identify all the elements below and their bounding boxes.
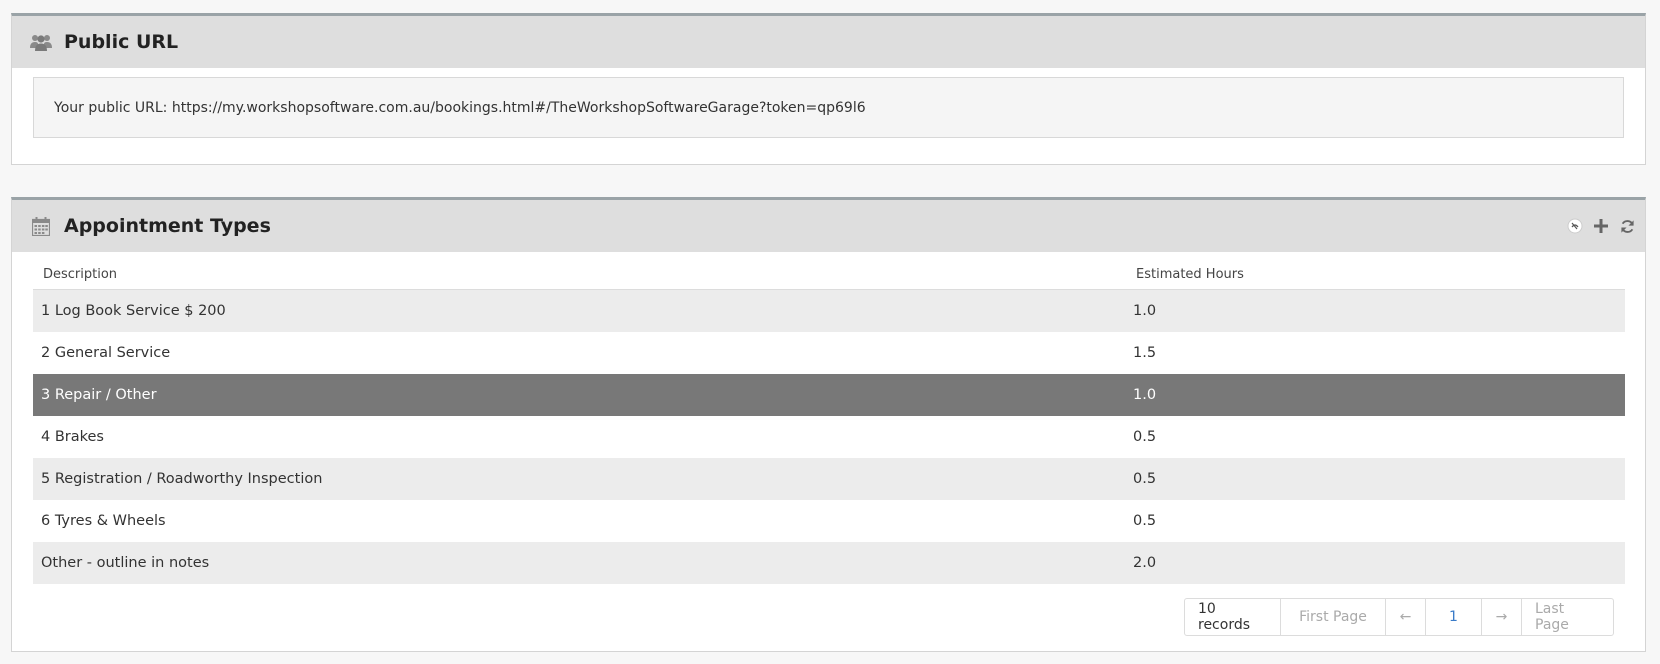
cell-description: 4 Brakes	[41, 429, 104, 445]
record-count: 10 records	[1198, 601, 1251, 633]
table-header: Description Estimated Hours	[33, 252, 1625, 290]
public-url-text[interactable]: Your public URL: https://my.workshopsoft…	[54, 100, 866, 116]
table-row[interactable]: 2 General Service 1.5	[33, 332, 1625, 374]
table-row[interactable]: 5 Registration / Roadworthy Inspection 0.…	[33, 458, 1625, 500]
cell-estimated-hours: 1.0	[1133, 303, 1157, 319]
cell-description: 3 Repair / Other	[41, 387, 157, 403]
public-url-header: Public URL	[12, 16, 1645, 68]
column-header-description[interactable]: Description	[33, 267, 1133, 282]
cell-estimated-hours: 0.5	[1133, 471, 1157, 487]
panel-title: Appointment Types	[64, 215, 271, 237]
users-icon	[30, 31, 52, 53]
cell-description: 1 Log Book Service $ 200	[41, 303, 226, 319]
prev-page-button[interactable]: ←	[1385, 599, 1425, 635]
cell-estimated-hours: 0.5	[1133, 513, 1157, 529]
public-url-panel: Public URL Your public URL: https://my.w…	[11, 13, 1646, 165]
cell-estimated-hours: 0.5	[1133, 429, 1157, 445]
cell-estimated-hours: 2.0	[1133, 555, 1157, 571]
cell-description: Other - outline in notes	[41, 555, 210, 571]
table-body: 1 Log Book Service $ 200 1.0 2 General Ser…	[33, 290, 1625, 584]
eye-off-icon[interactable]	[1567, 218, 1583, 234]
last-page-button[interactable]: Last Page	[1521, 599, 1613, 635]
table-row[interactable]: Other - outline in notes 2.0	[33, 542, 1625, 584]
public-url-box: Your public URL: https://my.workshopsoft…	[33, 77, 1624, 138]
cell-estimated-hours: 1.5	[1133, 345, 1157, 361]
table-row[interactable]: 6 Tyres & Wheels 0.5	[33, 500, 1625, 542]
refresh-icon[interactable]	[1619, 218, 1635, 234]
plus-icon[interactable]	[1593, 218, 1609, 234]
table-row[interactable]: 3 Repair / Other 1.0	[33, 374, 1625, 416]
pagination: 10 records First Page ← 1 → Last Page	[1184, 598, 1614, 636]
cell-description: 6 Tyres & Wheels	[41, 513, 166, 529]
cell-description: 5 Registration / Roadworthy Inspection	[41, 471, 323, 487]
table-row[interactable]: 4 Brakes 0.5	[33, 416, 1625, 458]
column-header-estimated-hours[interactable]: Estimated Hours	[1133, 267, 1244, 282]
appointment-types-header: Appointment Types	[12, 200, 1645, 252]
cell-description: 2 General Service	[41, 345, 171, 361]
next-page-button[interactable]: →	[1481, 599, 1521, 635]
appointment-types-table: Description Estimated Hours 1 Log Book S…	[33, 252, 1625, 584]
first-page-button[interactable]: First Page	[1280, 599, 1385, 635]
table-row[interactable]: 1 Log Book Service $ 200 1.0	[33, 290, 1625, 332]
panel-title: Public URL	[64, 31, 179, 53]
calendar-icon	[30, 215, 52, 237]
cell-estimated-hours: 1.0	[1133, 387, 1157, 403]
header-toolbar	[1567, 200, 1635, 252]
page-number-button[interactable]: 1	[1425, 599, 1481, 635]
appointment-types-panel: Appointment Types Description Estimated …	[11, 197, 1646, 652]
